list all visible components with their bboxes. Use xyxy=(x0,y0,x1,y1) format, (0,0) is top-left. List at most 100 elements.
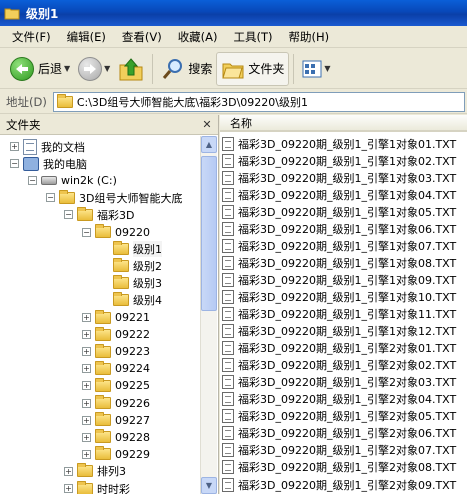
expand-icon[interactable]: + xyxy=(82,398,91,408)
tree-item[interactable]: − win2k (C:) xyxy=(28,172,117,189)
folder-icon xyxy=(113,241,129,256)
menu-help[interactable]: 帮助(H) xyxy=(281,29,338,45)
back-arrow-icon xyxy=(10,56,34,81)
forward-button[interactable]: ▼ xyxy=(74,52,114,86)
file-item[interactable]: 福彩3D_09220期_级别1_引擎2对象06.TXT xyxy=(222,425,456,442)
file-item[interactable]: 福彩3D_09220期_级别1_引擎1对象10.TXT xyxy=(222,288,456,305)
file-item[interactable]: 福彩3D_09220期_级别1_引擎1对象06.TXT xyxy=(222,220,456,237)
file-item[interactable]: 福彩3D_09220期_级别1_引擎1对象04.TXT xyxy=(222,186,456,203)
file-item[interactable]: 福彩3D_09220期_级别1_引擎1对象12.TXT xyxy=(222,323,456,340)
file-item[interactable]: 福彩3D_09220期_级别1_引擎1对象02.TXT xyxy=(222,152,456,169)
scroll-up-icon[interactable]: ▲ xyxy=(201,136,217,153)
menu-file[interactable]: 文件(F) xyxy=(4,29,59,45)
expand-icon[interactable]: + xyxy=(82,364,91,374)
folder-tree: + 我的文档 − 我的电脑 − win2k (C:) −3D组号大师智能大底 − 福彩3D −09… xyxy=(0,136,200,494)
file-item[interactable]: 福彩3D_09220期_级别1_引擎1对象08.TXT xyxy=(222,254,456,271)
menu-bar: 文件(F) 编辑(E) 查看(V) 收藏(A) 工具(T) 帮助(H) xyxy=(0,26,467,48)
file-item[interactable]: 福彩3D_09220期_级别1_引擎2对象09.TXT xyxy=(222,476,456,493)
file-item[interactable]: 福彩3D_09220期_级别1_引擎1对象09.TXT xyxy=(222,271,456,288)
views-button[interactable]: ▼ xyxy=(298,52,334,86)
file-item[interactable]: 福彩3D_09220期_级别1_引擎1对象07.TXT xyxy=(222,237,456,254)
menu-view[interactable]: 查看(V) xyxy=(114,29,170,45)
expand-icon[interactable]: + xyxy=(82,449,91,459)
scrollbar-thumb[interactable] xyxy=(201,156,217,311)
tree-item[interactable]: − 09220 xyxy=(82,224,150,241)
file-item[interactable]: 福彩3D_09220期_级别1_引擎1对象01.TXT xyxy=(222,135,456,152)
file-item[interactable]: 福彩3D_09220期_级别1_引擎2对象08.TXT xyxy=(222,459,456,476)
folder-tree-scrollbar[interactable]: ▲ ▼ xyxy=(200,136,217,494)
tree-item-label: 3D组号大师智能大底 xyxy=(79,191,183,205)
close-icon[interactable]: ✕ xyxy=(200,118,214,132)
expand-icon[interactable]: + xyxy=(10,142,19,151)
tree-item[interactable]: +09223 xyxy=(82,343,150,360)
menu-tools[interactable]: 工具(T) xyxy=(226,29,281,45)
tree-item[interactable]: +09228 xyxy=(82,429,150,446)
expand-icon[interactable]: + xyxy=(82,347,91,357)
up-folder-button[interactable] xyxy=(114,52,148,86)
collapse-icon[interactable]: − xyxy=(82,227,91,237)
file-item[interactable]: 福彩3D_09220期_级别1_引擎2对象02.TXT xyxy=(222,357,456,374)
search-button[interactable]: 搜索 xyxy=(157,52,216,86)
tree-item[interactable]: − 3D组号大师智能大底 xyxy=(46,189,182,206)
tree-item[interactable]: 级别4 xyxy=(100,292,162,309)
folder-icon xyxy=(77,206,93,221)
back-button[interactable]: 后退 ▼ xyxy=(6,52,74,86)
expand-icon[interactable]: + xyxy=(82,330,91,340)
file-name: 福彩3D_09220期_级别1_引擎1对象09.TXT xyxy=(238,273,457,287)
text-file-icon xyxy=(222,255,234,270)
tree-item-label: 级别1 xyxy=(133,241,162,258)
tree-item[interactable]: 级别1 xyxy=(100,241,162,258)
tree-item[interactable]: 级别3 xyxy=(100,275,162,292)
tree-item[interactable]: +09229 xyxy=(82,446,150,463)
file-item[interactable]: 福彩3D_09220期_级别1_引擎2对象04.TXT xyxy=(222,391,456,408)
file-item[interactable]: 福彩3D_09220期_级别1_引擎2对象03.TXT xyxy=(222,374,456,391)
column-header-name[interactable]: 名称 xyxy=(220,115,467,132)
chevron-down-icon[interactable]: ▼ xyxy=(104,64,110,73)
collapse-icon[interactable]: − xyxy=(10,159,19,169)
file-item[interactable]: 福彩3D_09220期_级别1_引擎1对象05.TXT xyxy=(222,203,456,220)
file-item[interactable]: 福彩3D_09220期_级别1_引擎1对象03.TXT xyxy=(222,169,456,186)
file-name: 福彩3D_09220期_级别1_引擎2对象04.TXT xyxy=(238,393,457,407)
collapse-icon[interactable]: − xyxy=(46,193,55,203)
file-item[interactable]: 福彩3D_09220期_级别1_引擎1对象11.TXT xyxy=(222,306,456,323)
tree-item[interactable]: − 福彩3D xyxy=(64,206,134,223)
tree-item[interactable]: − 我的电脑 xyxy=(10,155,87,172)
expand-icon[interactable]: + xyxy=(82,415,91,425)
chevron-down-icon[interactable]: ▼ xyxy=(64,64,70,73)
address-field[interactable]: C:\3D组号大师智能大底\福彩3D\09220\级别1 xyxy=(52,91,465,112)
title-bar[interactable]: 级别1 xyxy=(0,0,467,26)
tree-item[interactable]: +09224 xyxy=(82,360,150,377)
text-file-icon xyxy=(222,358,234,373)
tree-item[interactable]: 级别2 xyxy=(100,258,162,275)
tree-item[interactable]: +09227 xyxy=(82,412,150,429)
expand-icon[interactable]: + xyxy=(64,484,73,493)
tree-item[interactable]: +09225 xyxy=(82,377,150,394)
scroll-down-icon[interactable]: ▼ xyxy=(201,477,217,494)
file-item[interactable]: 福彩3D_09220期_级别1_引擎2对象01.TXT xyxy=(222,340,456,357)
tree-item[interactable]: + 我的文档 xyxy=(10,138,85,155)
tree-item[interactable]: + 时时彩 xyxy=(64,480,130,494)
collapse-icon[interactable]: − xyxy=(64,210,73,220)
expand-icon[interactable]: + xyxy=(82,432,91,442)
file-name: 福彩3D_09220期_级别1_引擎2对象09.TXT xyxy=(238,478,457,492)
expand-icon[interactable]: + xyxy=(82,381,91,391)
tree-item-label: 09229 xyxy=(115,447,150,461)
tree-item[interactable]: +09221 xyxy=(82,309,150,326)
up-folder-icon xyxy=(119,57,143,80)
tree-item-label: 09228 xyxy=(115,430,150,444)
tree-item[interactable]: +09222 xyxy=(82,326,150,343)
text-file-icon xyxy=(222,375,234,390)
menu-favorites[interactable]: 收藏(A) xyxy=(170,29,226,45)
file-item[interactable]: 福彩3D_09220期_级别1_引擎2对象05.TXT xyxy=(222,408,456,425)
expand-icon[interactable]: + xyxy=(82,313,91,322)
tree-item[interactable]: + 排列3 xyxy=(64,463,126,480)
collapse-icon[interactable]: − xyxy=(28,176,37,186)
file-item[interactable]: 福彩3D_09220期_级别1_引擎2对象07.TXT xyxy=(222,442,456,459)
tree-item[interactable]: +09226 xyxy=(82,395,150,412)
expand-icon[interactable]: + xyxy=(64,466,73,476)
file-name: 福彩3D_09220期_级别1_引擎1对象10.TXT xyxy=(238,290,457,304)
address-label: 地址(D) xyxy=(6,94,47,109)
folders-pane-header: 文件夹 ✕ xyxy=(0,115,218,135)
folders-button[interactable]: 文件夹 xyxy=(216,51,290,86)
menu-edit[interactable]: 编辑(E) xyxy=(59,29,114,45)
